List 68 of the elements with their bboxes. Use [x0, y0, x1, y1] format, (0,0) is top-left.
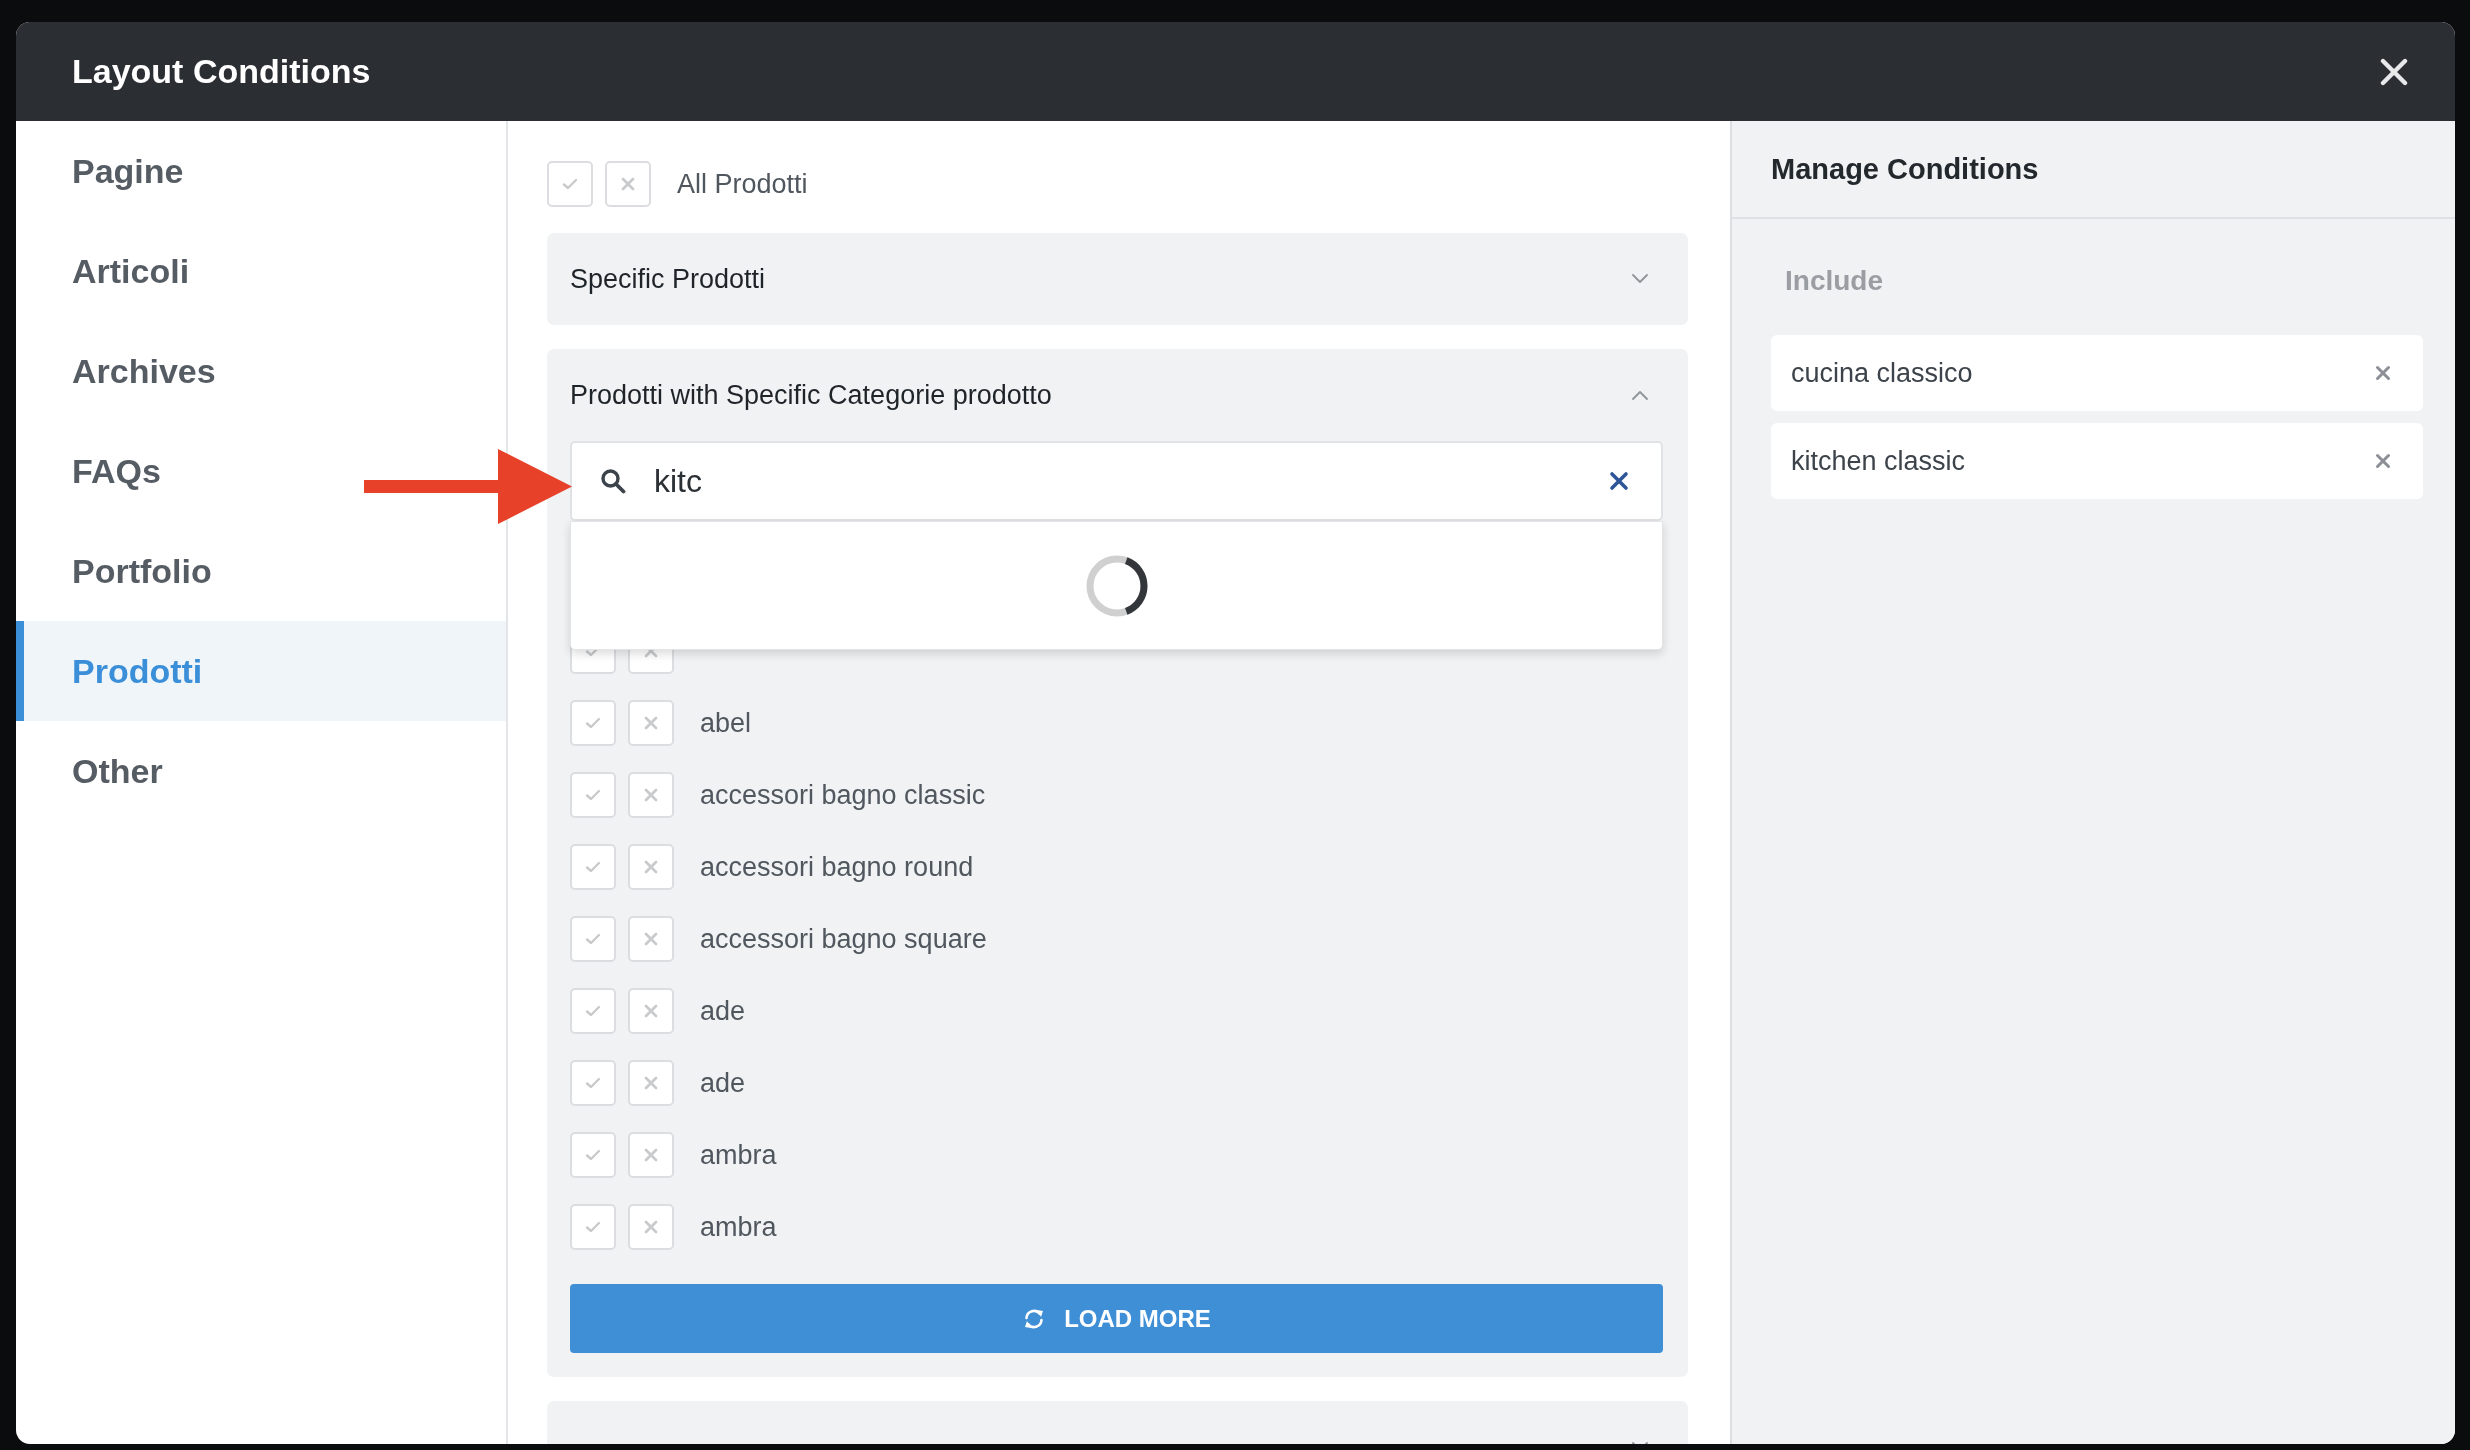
checkmark-icon: [585, 789, 601, 801]
option-label: All Prodotti: [677, 168, 808, 200]
include-toggle[interactable]: [570, 772, 616, 818]
checkmark-icon: [585, 933, 601, 945]
option-label: ambra: [700, 1211, 777, 1243]
include-toggle[interactable]: [570, 700, 616, 746]
cross-icon: [644, 1220, 658, 1234]
section-title[interactable]: Specific Prodotti: [570, 263, 766, 295]
group-heading: Include: [1785, 264, 1883, 298]
checkmark-icon: [585, 717, 601, 729]
exclude-toggle[interactable]: [605, 161, 651, 207]
option-label: abel: [700, 707, 752, 739]
search-field[interactable]: kitc: [570, 441, 1663, 521]
include-toggle[interactable]: [570, 916, 616, 962]
exclude-toggle[interactable]: [628, 1204, 674, 1250]
close-icon[interactable]: [2380, 57, 2408, 86]
cross-icon: [644, 860, 658, 874]
sidebar-item[interactable]: Pagine: [72, 151, 184, 191]
sidebar-item[interactable]: Other: [72, 751, 163, 791]
condition-label: kitchen classic: [1791, 445, 1966, 477]
include-toggle[interactable]: [570, 988, 616, 1034]
checkmark-icon: [562, 178, 578, 190]
remove-icon[interactable]: [2375, 453, 2391, 469]
checkmark-icon: [585, 1077, 601, 1089]
cross-icon: [644, 788, 658, 802]
include-toggle[interactable]: [570, 1060, 616, 1106]
panel-title: Manage Conditions: [1771, 152, 2039, 186]
option-label: accessori bagno square: [700, 923, 987, 955]
option-label: ade: [700, 995, 746, 1027]
dialog-title: Layout Conditions: [72, 52, 371, 91]
cross-icon: [621, 177, 635, 191]
option-label: ambra: [700, 1139, 777, 1171]
remove-icon[interactable]: [2375, 365, 2391, 381]
clear-icon[interactable]: [1609, 471, 1629, 491]
include-toggle[interactable]: [570, 844, 616, 890]
sidebar-item[interactable]: Articoli: [72, 251, 190, 291]
include-toggle[interactable]: [570, 1204, 616, 1250]
checkmark-icon: [585, 1221, 601, 1233]
option-label: accessori bagno round: [700, 851, 974, 883]
load-more-button[interactable]: LOAD MORE: [570, 1284, 1663, 1353]
chevron-down-icon[interactable]: [1632, 274, 1648, 284]
option-label: ade: [700, 1067, 746, 1099]
cross-icon: [644, 1004, 658, 1018]
checkmark-icon: [585, 1149, 601, 1161]
sidebar-item[interactable]: Archives: [72, 351, 216, 391]
exclude-toggle[interactable]: [628, 1060, 674, 1106]
sidebar-item[interactable]: FAQs: [72, 451, 161, 491]
section-title[interactable]: Prodotti with Specific Categorie prodotto: [570, 379, 1052, 411]
sidebar-item[interactable]: Portfolio: [72, 551, 212, 591]
exclude-toggle[interactable]: [628, 700, 674, 746]
exclude-toggle[interactable]: [628, 772, 674, 818]
exclude-toggle[interactable]: [628, 916, 674, 962]
exclude-toggle[interactable]: [628, 844, 674, 890]
include-toggle[interactable]: [570, 1132, 616, 1178]
option-label: accessori bagno classic: [700, 779, 986, 811]
search-icon: [600, 468, 626, 494]
spinner-icon: [1085, 554, 1148, 617]
cross-icon: [644, 716, 658, 730]
condition-label: cucina classico: [1791, 357, 1973, 389]
exclude-toggle[interactable]: [628, 1132, 674, 1178]
include-toggle[interactable]: [547, 161, 593, 207]
cross-icon: [644, 1148, 658, 1162]
checkmark-icon: [585, 861, 601, 873]
cross-icon: [644, 1076, 658, 1090]
checkmark-icon: [585, 1005, 601, 1017]
exclude-toggle[interactable]: [628, 988, 674, 1034]
cross-icon: [644, 932, 658, 946]
chevron-up-icon[interactable]: [1632, 390, 1648, 400]
